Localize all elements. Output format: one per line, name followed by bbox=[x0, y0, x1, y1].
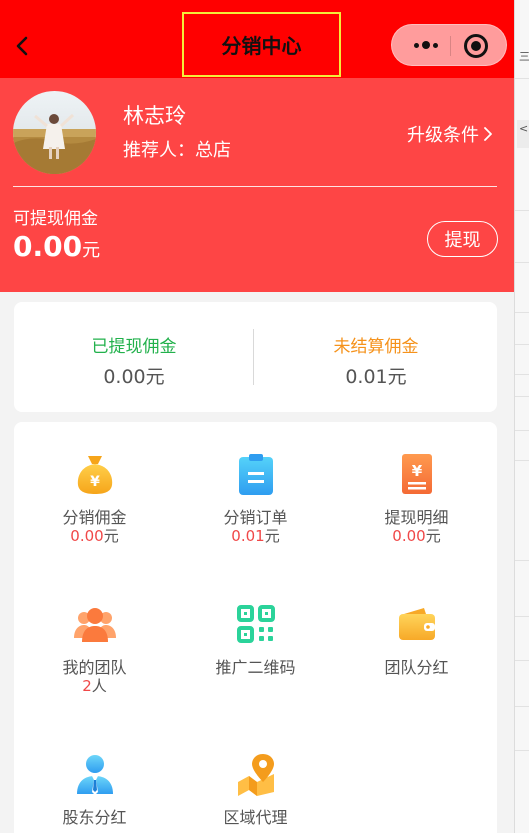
menu-item-withdraw-details[interactable]: ¥ 提现明细 0.00元 bbox=[336, 422, 497, 562]
unsettled-commission-value: 0.01元 bbox=[345, 366, 407, 388]
withdrawable-unit: 元 bbox=[82, 240, 101, 261]
menu-item-distribution-orders[interactable]: 分销订单 0.01元 bbox=[175, 422, 336, 562]
svg-text:¥: ¥ bbox=[90, 474, 100, 490]
avatar[interactable] bbox=[13, 91, 96, 174]
map-pin-icon bbox=[235, 752, 277, 796]
withdrawable-amount: 0.00元 bbox=[13, 230, 100, 263]
back-button[interactable] bbox=[10, 28, 34, 64]
page-title-box: 分销中心 bbox=[182, 12, 341, 77]
mini-program-capsule bbox=[391, 24, 507, 66]
svg-text:¥: ¥ bbox=[412, 462, 423, 480]
withdrawable-number: 0.00 bbox=[13, 230, 83, 263]
withdrawn-commission-value: 0.00元 bbox=[103, 366, 165, 388]
unsettled-commission[interactable]: 未结算佣金 0.01元 bbox=[256, 302, 496, 412]
menu-item-shareholder-dividend[interactable]: 股东分红 bbox=[14, 722, 175, 833]
close-target-button[interactable] bbox=[464, 34, 488, 58]
chevron-left-icon bbox=[16, 36, 28, 56]
side-panel-edge: 三 < bbox=[514, 0, 529, 833]
shareholder-icon bbox=[74, 752, 116, 796]
menu-item-value: 0.01元 bbox=[231, 527, 280, 545]
withdrawn-commission[interactable]: 已提现佣金 0.00元 bbox=[14, 302, 254, 412]
profile-header: 林志玲 推荐人：总店 升级条件 可提现佣金 0.00元 提现 bbox=[0, 78, 514, 292]
upgrade-conditions-link[interactable]: 升级条件 bbox=[407, 121, 493, 147]
menu-item-regional-agent[interactable]: 区域代理 bbox=[175, 722, 336, 833]
wallet-icon bbox=[396, 602, 438, 646]
withdrawable-label: 可提现佣金 bbox=[13, 209, 98, 229]
yuan-receipt-icon: ¥ bbox=[396, 452, 438, 496]
menu-item-promo-qr-code[interactable]: 推广二维码 bbox=[175, 572, 336, 712]
menu-item-label: 股东分红 bbox=[62, 808, 127, 827]
header-divider bbox=[13, 186, 497, 187]
menu-item-label: 团队分红 bbox=[384, 658, 449, 677]
withdraw-button[interactable]: 提现 bbox=[427, 221, 498, 257]
chevron-right-icon bbox=[484, 127, 492, 141]
withdrawn-commission-label: 已提现佣金 bbox=[91, 337, 177, 357]
menu-item-value: 0.00元 bbox=[392, 527, 441, 545]
menu-item-label: 推广二维码 bbox=[215, 658, 296, 677]
money-bag-icon: ¥ bbox=[74, 452, 116, 496]
user-name: 林志玲 bbox=[123, 104, 186, 128]
menu-item-my-team[interactable]: 我的团队 2人 bbox=[14, 572, 175, 712]
menu-item-distribution-commission[interactable]: ¥ 分销佣金 0.00元 bbox=[14, 422, 175, 562]
more-menu-button[interactable] bbox=[406, 25, 446, 65]
menu-item-value: 0.00元 bbox=[70, 527, 119, 545]
commission-summary-card: 已提现佣金 0.00元 未结算佣金 0.01元 bbox=[14, 302, 497, 412]
summary-divider bbox=[253, 329, 254, 385]
clipboard-icon bbox=[235, 452, 277, 496]
qr-code-icon bbox=[235, 602, 277, 646]
unsettled-commission-label: 未结算佣金 bbox=[333, 337, 419, 357]
page-title: 分销中心 bbox=[221, 34, 302, 58]
team-icon bbox=[74, 602, 116, 646]
menu-item-label: 区域代理 bbox=[223, 808, 288, 827]
referrer-text: 推荐人：总店 bbox=[123, 140, 231, 161]
function-grid: ¥ 分销佣金 0.00元 分销订单 0.01元 ¥ 提现明细 0.00元 我的团… bbox=[14, 422, 497, 833]
nav-bar: 分销中心 bbox=[0, 0, 514, 78]
upgrade-conditions-label: 升级条件 bbox=[407, 125, 479, 146]
menu-item-value: 2人 bbox=[82, 677, 107, 695]
menu-item-team-dividend[interactable]: 团队分红 bbox=[336, 572, 497, 712]
